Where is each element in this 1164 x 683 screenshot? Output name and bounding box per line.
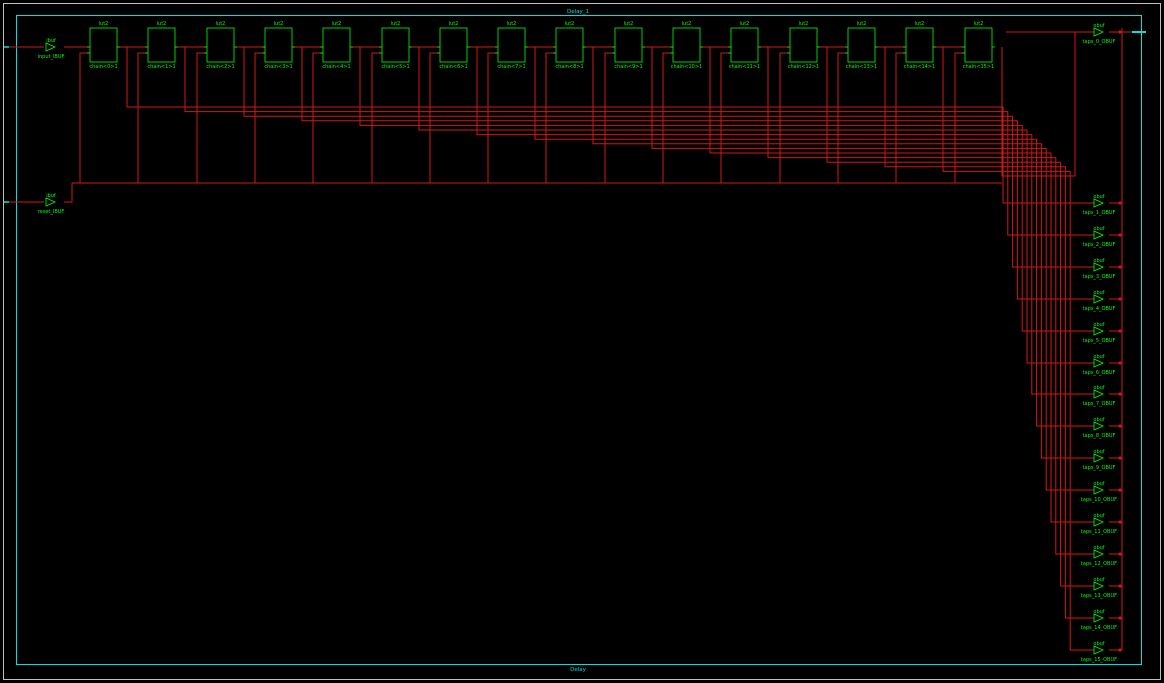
buffer-instance-label: taps_15_OBUF (1081, 657, 1117, 663)
buffer-instance-label: taps_7_OBUF (1083, 401, 1116, 407)
schematic-canvas[interactable]: Delay_1 Delay ibufinput_IBUFibufreset_IB… (0, 0, 1164, 683)
cell-instance-label: chain<3>1 (264, 64, 292, 70)
buffer-instance-label: taps_12_OBUF (1081, 561, 1117, 567)
buffer-instance-label: input_IBUF (38, 54, 65, 60)
cell-instance-label: chain<7>1 (497, 64, 525, 70)
cell-instance-label: chain<4>1 (322, 64, 350, 70)
buffer-type-label: obuf (1093, 290, 1104, 296)
buffer-instance-label: taps_11_OBUF (1081, 529, 1117, 535)
buffer-type-label: obuf (1093, 385, 1104, 391)
buffer-type-label: obuf (1093, 23, 1104, 29)
module-instance-label: Delay_1 (567, 9, 589, 15)
cell-type-label: lut2 (857, 21, 867, 27)
buffer-type-label: obuf (1093, 513, 1104, 519)
cell-instance-label: chain<9>1 (614, 64, 642, 70)
cell-instance-label: chain<5>1 (381, 64, 409, 70)
cell-type-label: lut2 (682, 21, 692, 27)
cell-instance-label: chain<0>1 (89, 64, 117, 70)
cell-instance-label: chain<8>1 (555, 64, 583, 70)
cell-instance-label: chain<2>1 (206, 64, 234, 70)
buffer-type-label: obuf (1093, 194, 1104, 200)
cell-type-label: lut2 (799, 21, 809, 27)
buffer-instance-label: reset_IBUF (38, 209, 65, 215)
cell-type-label: lut2 (740, 21, 750, 27)
buffer-type-label: obuf (1093, 322, 1104, 328)
buffer-instance-label: taps_10_OBUF (1081, 497, 1117, 503)
cell-instance-label: chain<12>1 (788, 64, 819, 70)
buffer-type-label: ibuf (46, 193, 56, 199)
buffer-instance-label: taps_8_OBUF (1083, 433, 1116, 439)
junction-dot (1118, 616, 1122, 620)
buffer-type-label: obuf (1093, 481, 1104, 487)
buffer-instance-label: taps_3_OBUF (1083, 274, 1116, 280)
module-name-label: Delay (570, 667, 587, 673)
cell-type-label: lut2 (99, 21, 109, 27)
buffer-type-label: ibuf (46, 38, 56, 44)
cell-instance-label: chain<1>1 (147, 64, 175, 70)
buffer-type-label: obuf (1093, 354, 1104, 360)
buffer-instance-label: taps_13_OBUF (1081, 593, 1117, 599)
cell-type-label: lut2 (332, 21, 342, 27)
junction-dot (1118, 265, 1122, 269)
buffer-instance-label: taps_4_OBUF (1083, 306, 1116, 312)
cell-type-label: lut2 (915, 21, 925, 27)
cell-instance-label: chain<10>1 (671, 64, 702, 70)
junction-dot (1118, 30, 1122, 34)
junction-dot (1118, 584, 1122, 588)
buffer-type-label: obuf (1093, 545, 1104, 551)
cell-instance-label: chain<11>1 (729, 64, 760, 70)
buffer-instance-label: taps_1_OBUF (1083, 210, 1116, 216)
junction-dot (1118, 488, 1122, 492)
cell-type-label: lut2 (449, 21, 459, 27)
junction-dot (1118, 329, 1122, 333)
buffer-type-label: obuf (1093, 609, 1104, 615)
junction-dot (1118, 456, 1122, 460)
junction-dot (1118, 297, 1122, 301)
cell-type-label: lut2 (157, 21, 167, 27)
buffer-instance-label: taps_6_OBUF (1083, 370, 1116, 376)
cell-type-label: lut2 (565, 21, 575, 27)
cell-type-label: lut2 (391, 21, 401, 27)
buffer-type-label: obuf (1093, 226, 1104, 232)
buffer-type-label: obuf (1093, 417, 1104, 423)
junction-dot (1118, 392, 1122, 396)
buffer-instance-label: taps_5_OBUF (1083, 338, 1116, 344)
buffer-instance-label: taps_14_OBUF (1081, 625, 1117, 631)
junction-dot (1118, 361, 1122, 365)
cell-type-label: lut2 (624, 21, 634, 27)
buffer-type-label: obuf (1093, 449, 1104, 455)
buffer-type-label: obuf (1093, 641, 1104, 647)
buffer-instance-label: taps_2_OBUF (1083, 242, 1116, 248)
junction-dot (1118, 648, 1122, 652)
buffer-instance-label: taps_0_OBUF (1083, 39, 1116, 45)
junction-dot (1118, 233, 1122, 237)
cell-instance-label: chain<15>1 (963, 64, 994, 70)
cell-instance-label: chain<14>1 (904, 64, 935, 70)
buffer-type-label: obuf (1093, 577, 1104, 583)
cell-type-label: lut2 (974, 21, 984, 27)
cell-type-label: lut2 (507, 21, 517, 27)
junction-dot (1118, 520, 1122, 524)
cell-instance-label: chain<13>1 (846, 64, 877, 70)
buffer-instance-label: taps_9_OBUF (1083, 465, 1116, 471)
junction-dot (1118, 424, 1122, 428)
cell-type-label: lut2 (216, 21, 226, 27)
buffer-type-label: obuf (1093, 258, 1104, 264)
cell-instance-label: chain<6>1 (439, 64, 467, 70)
junction-dot (1118, 552, 1122, 556)
cell-type-label: lut2 (274, 21, 284, 27)
junction-dot (1118, 201, 1122, 205)
